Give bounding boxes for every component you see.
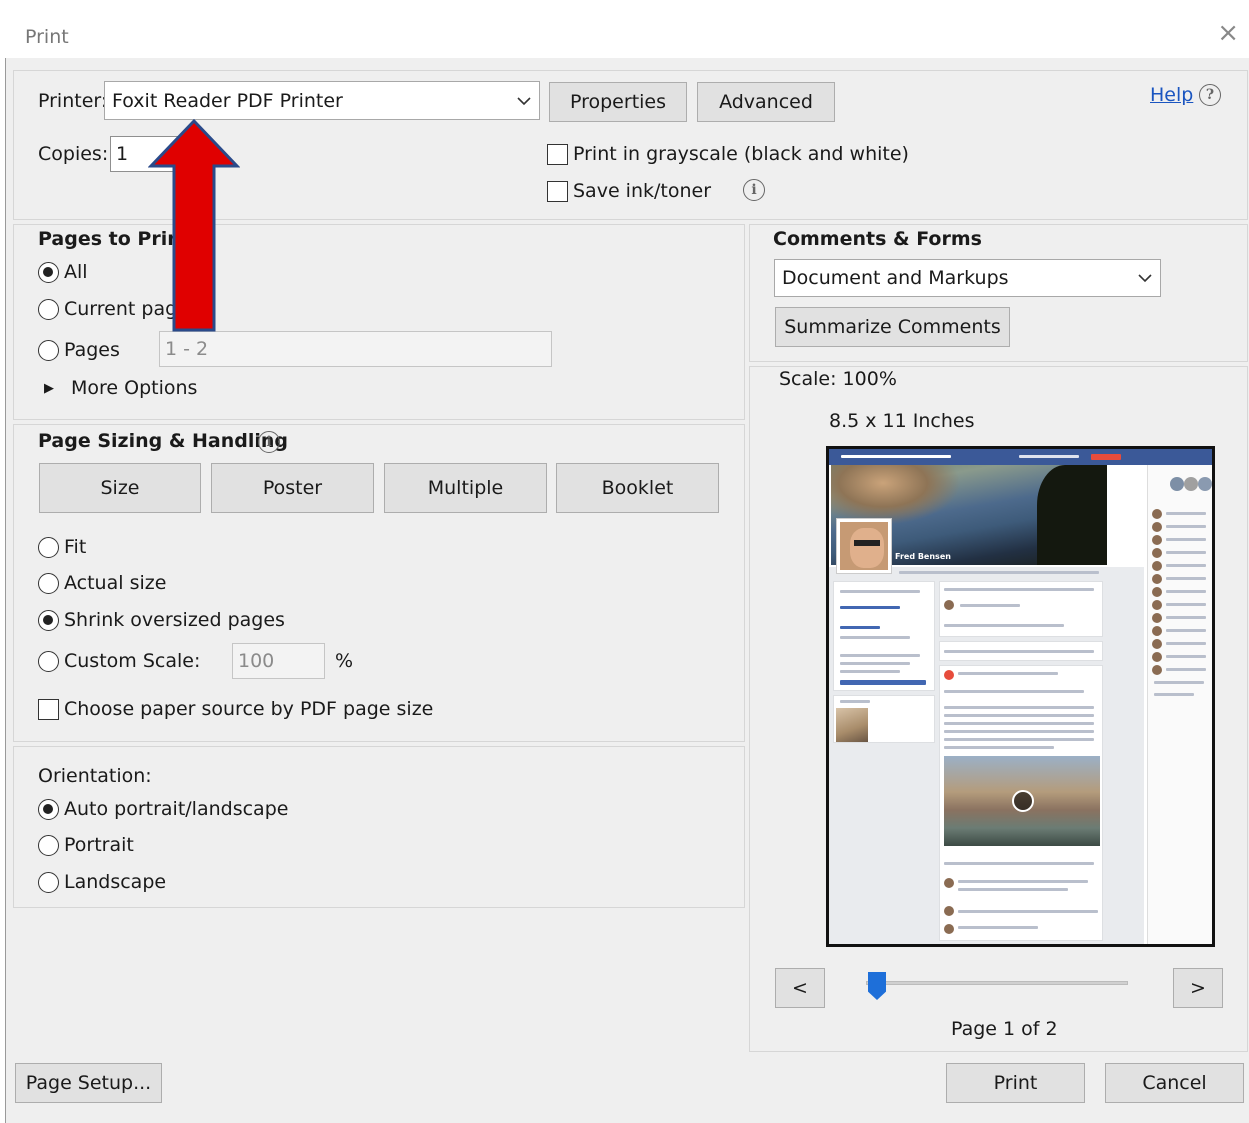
advanced-button[interactable]: Advanced xyxy=(697,82,835,122)
previous-page-button[interactable]: < xyxy=(775,968,825,1008)
radio-all[interactable] xyxy=(38,262,59,283)
radio-pages[interactable] xyxy=(38,340,59,361)
radio-fit[interactable] xyxy=(38,537,59,558)
properties-button[interactable]: Properties xyxy=(549,82,687,122)
radio-portrait-label: Portrait xyxy=(64,834,134,856)
pages-range-input[interactable]: 1 - 2 xyxy=(159,331,552,367)
more-options-label[interactable]: More Options xyxy=(71,377,197,399)
radio-landscape-label: Landscape xyxy=(64,871,167,893)
info-circle-icon[interactable]: i xyxy=(743,179,765,201)
radio-portrait[interactable] xyxy=(38,835,59,856)
paper-source-checkbox[interactable] xyxy=(38,699,59,720)
paper-size-label: 8.5 x 11 Inches xyxy=(829,410,975,432)
grayscale-label: Print in grayscale (black and white) xyxy=(573,143,909,165)
orientation-heading: Orientation: xyxy=(38,765,152,787)
radio-actual-size[interactable] xyxy=(38,573,59,594)
comments-forms-selected-value: Document and Markups xyxy=(782,267,1009,289)
size-button[interactable]: Size xyxy=(39,463,201,513)
radio-shrink-oversized-label: Shrink oversized pages xyxy=(64,609,285,631)
custom-scale-input[interactable]: 100 xyxy=(232,643,325,679)
paper-source-label: Choose paper source by PDF page size xyxy=(64,698,434,720)
comments-forms-heading: Comments & Forms xyxy=(773,228,982,250)
page-indicator: Page 1 of 2 xyxy=(951,1018,1058,1040)
triangle-right-icon[interactable]: ▶ xyxy=(44,381,54,396)
radio-actual-size-label: Actual size xyxy=(64,572,167,594)
play-icon xyxy=(1012,790,1034,812)
radio-fit-label: Fit xyxy=(64,536,87,558)
preview-topbar xyxy=(829,449,1212,465)
info-circle-icon[interactable]: i xyxy=(258,431,280,453)
poster-button[interactable]: Poster xyxy=(211,463,374,513)
page-slider-track[interactable] xyxy=(866,981,1128,985)
radio-custom-scale-label: Custom Scale: xyxy=(64,650,201,672)
next-page-button[interactable]: > xyxy=(1173,968,1223,1008)
radio-landscape[interactable] xyxy=(38,872,59,893)
preview-avatar xyxy=(837,519,891,573)
annotation-arrow xyxy=(148,118,240,332)
custom-scale-unit: % xyxy=(335,650,354,672)
window-title: Print xyxy=(25,26,69,48)
radio-current-page[interactable] xyxy=(38,299,59,320)
title-bar: Print × xyxy=(5,6,1249,58)
summarize-comments-button[interactable]: Summarize Comments xyxy=(775,307,1010,347)
comments-forms-select[interactable]: Document and Markups xyxy=(774,259,1161,297)
grayscale-checkbox[interactable] xyxy=(547,144,568,165)
radio-pages-label: Pages xyxy=(64,339,120,361)
preview-contacts-sidebar xyxy=(1147,465,1212,944)
page-sizing-heading: Page Sizing & Handling xyxy=(38,430,289,452)
save-ink-checkbox[interactable] xyxy=(547,181,568,202)
preview-profile-name: Fred Bensen xyxy=(895,552,951,561)
printer-select[interactable]: Foxit Reader PDF Printer xyxy=(104,81,540,120)
booklet-button[interactable]: Booklet xyxy=(556,463,719,513)
scale-label: Scale: 100% xyxy=(779,368,897,390)
radio-all-label: All xyxy=(64,261,88,283)
multiple-button[interactable]: Multiple xyxy=(384,463,547,513)
close-icon[interactable]: × xyxy=(1217,20,1239,46)
help-link[interactable]: Help xyxy=(1150,84,1193,106)
radio-shrink-oversized[interactable] xyxy=(38,610,59,631)
question-circle-icon[interactable]: ? xyxy=(1199,84,1221,106)
copies-label: Copies: xyxy=(38,143,109,165)
page-setup-button[interactable]: Page Setup... xyxy=(15,1063,162,1103)
page-preview: Fred Bensen xyxy=(826,446,1215,947)
cancel-button[interactable]: Cancel xyxy=(1105,1063,1244,1103)
chevron-down-icon xyxy=(509,82,539,119)
radio-custom-scale[interactable] xyxy=(38,651,59,672)
save-ink-label: Save ink/toner xyxy=(573,180,712,202)
printer-label: Printer: xyxy=(38,90,108,112)
radio-auto-orientation-label: Auto portrait/landscape xyxy=(64,798,289,820)
chevron-down-icon xyxy=(1130,260,1160,296)
radio-auto-orientation[interactable] xyxy=(38,799,59,820)
printer-selected-value: Foxit Reader PDF Printer xyxy=(112,89,343,112)
print-button[interactable]: Print xyxy=(946,1063,1085,1103)
